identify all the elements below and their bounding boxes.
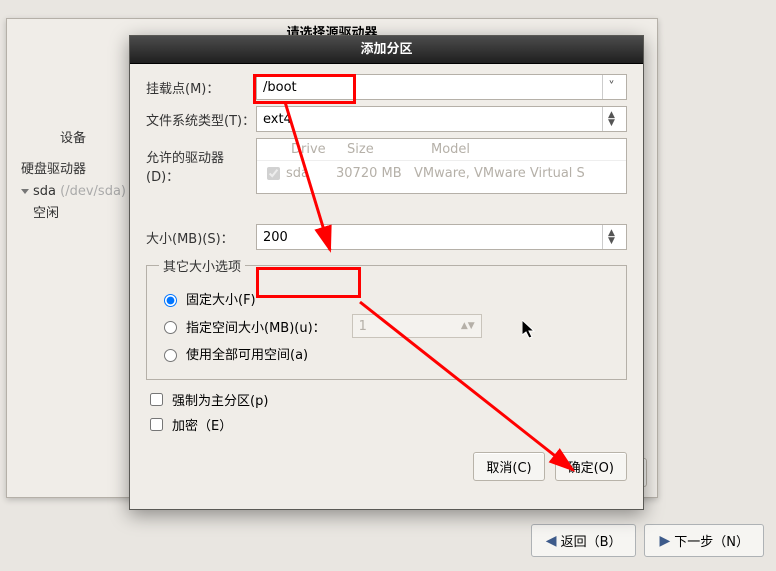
mount-point-value: /boot [263,80,602,95]
radio-upto[interactable]: 指定空间大小(MB)(u)： 1 ▲▼ [159,314,614,338]
tree-disk-sda[interactable]: sda (/dev/sda) [17,181,147,203]
fs-type-combo[interactable]: ext4 ▲▼ [256,106,627,132]
tree-disks: 硬盘驱动器 [17,159,147,181]
add-partition-dialog: 添加分区 挂载点(M)： /boot ˅ 文件系统类型(T)： ext4 ▲▼ … [129,35,644,510]
size-label: 大小(MB)(S)： [146,228,256,247]
size-spinner[interactable]: 200 ▲▼ [256,224,627,250]
check-encrypt[interactable]: 加密（E） [146,415,627,434]
drives-header: Drive Size Model [257,139,626,161]
radio-upto-input[interactable] [164,321,177,334]
check-force-primary-input[interactable] [150,393,163,406]
updown-icon[interactable]: ▲▼ [602,107,620,131]
updown-icon[interactable]: ▲▼ [602,225,620,249]
device-tree: 硬盘驱动器 sda (/dev/sda) 空闲 [17,159,147,225]
drive-row-sda[interactable]: sda 30720 MB VMware, VMware Virtual S [257,161,626,186]
size-options-legend: 其它大小选项 [159,256,245,275]
ok-button[interactable]: 确定(O) [555,452,627,481]
wizard-nav: ◀返回（B） ▶下一步（N） [531,524,764,557]
check-encrypt-input[interactable] [150,418,163,431]
radio-fixed-input[interactable] [164,294,177,307]
cancel-button[interactable]: 取消(C) [473,452,544,481]
fs-type-value: ext4 [263,112,602,127]
radio-all-free[interactable]: 使用全部可用空间(a) [159,344,614,363]
size-value: 200 [263,230,602,245]
back-button[interactable]: ◀返回（B） [531,524,637,557]
drives-label: 允许的驱动器(D)： [146,147,256,185]
radio-fixed[interactable]: 固定大小(F) [159,289,614,308]
check-force-primary[interactable]: 强制为主分区(p) [146,390,627,409]
chevron-down-icon[interactable]: ˅ [602,75,620,99]
mount-point-label: 挂载点(M)： [146,78,256,97]
fs-type-label: 文件系统类型(T)： [146,110,256,129]
arrow-left-icon: ◀ [546,533,557,549]
drive-checkbox [267,167,280,180]
radio-all-free-input[interactable] [164,349,177,362]
upto-spinner: 1 ▲▼ [352,314,482,338]
size-options-fieldset: 其它大小选项 固定大小(F) 指定空间大小(MB)(u)： 1 ▲▼ 使用全部可… [146,256,627,380]
arrow-right-icon: ▶ [659,533,670,549]
device-heading: 设备 [13,127,133,146]
tree-free-space[interactable]: 空闲 [17,203,147,225]
dialog-title: 添加分区 [130,36,643,64]
updown-icon: ▲▼ [461,322,475,330]
allowable-drives-list[interactable]: Drive Size Model sda 30720 MB VMware, VM… [256,138,627,194]
mount-point-combo[interactable]: /boot ˅ [256,74,627,100]
chevron-down-icon [21,189,29,194]
next-button[interactable]: ▶下一步（N） [644,524,764,557]
